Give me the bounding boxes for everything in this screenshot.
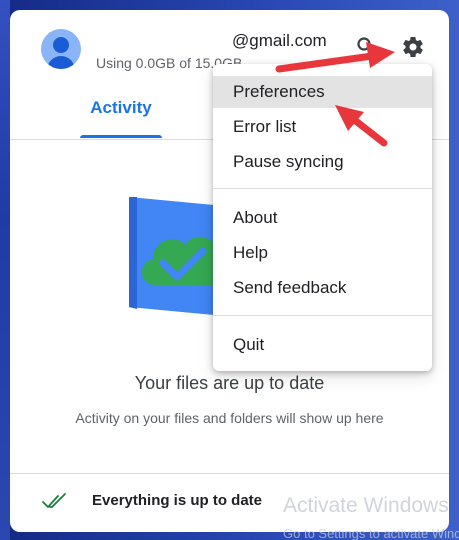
double-check-icon	[42, 493, 66, 508]
desktop-background	[0, 0, 10, 540]
sync-status-text: Everything is up to date	[92, 492, 263, 509]
footer-divider	[10, 473, 449, 474]
menu-item-error-list[interactable]: Error list	[213, 111, 432, 143]
activate-windows-title: Activate Windows	[283, 494, 449, 517]
settings-menu: Preferences Error list Pause syncing Abo…	[213, 64, 432, 371]
avatar-head	[53, 37, 69, 53]
tab-activity-indicator	[80, 135, 162, 138]
menu-item-send-feedback[interactable]: Send feedback	[213, 272, 432, 304]
menu-item-preferences[interactable]: Preferences	[213, 76, 432, 108]
tab-activity[interactable]: Activity	[80, 98, 162, 118]
menu-item-about[interactable]: About	[213, 202, 432, 234]
menu-separator	[213, 188, 432, 189]
menu-item-quit[interactable]: Quit	[213, 329, 432, 361]
menu-item-help[interactable]: Help	[213, 237, 432, 269]
account-email: @gmail.com	[232, 31, 327, 50]
menu-item-pause-syncing[interactable]: Pause syncing	[213, 146, 432, 178]
search-icon[interactable]	[357, 37, 375, 55]
status-subtitle: Activity on your files and folders will …	[75, 410, 384, 426]
account-avatar-icon[interactable]	[41, 29, 81, 69]
avatar-body	[47, 56, 75, 69]
menu-separator	[213, 315, 432, 316]
status-title: Your files are up to date	[134, 373, 325, 393]
activate-windows-subtitle: Go to Settings to activate Windows.	[283, 526, 459, 540]
gear-icon[interactable]	[401, 35, 425, 59]
